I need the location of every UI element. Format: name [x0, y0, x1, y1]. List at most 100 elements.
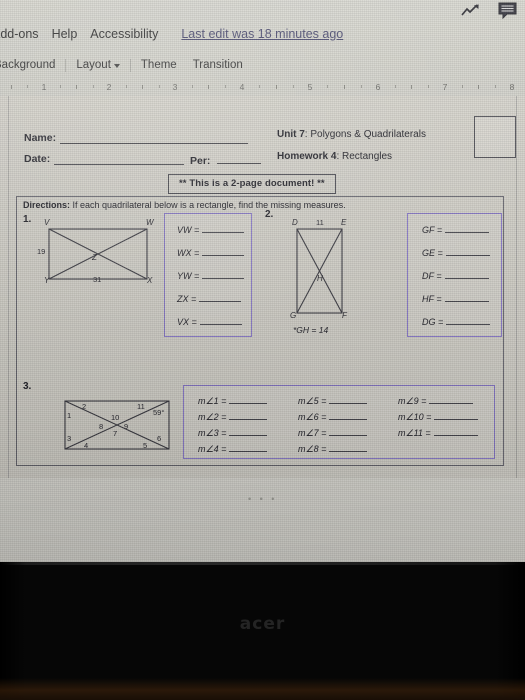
answer-1-VX: VX = — [177, 315, 242, 327]
page-right-edge — [516, 96, 517, 478]
problem-3-number: 3. — [23, 381, 32, 392]
unit-title: Unit 7: Polygons & Quadrilaterals — [277, 129, 426, 140]
ruler-tick-8: 8 — [509, 82, 515, 92]
answer-1-ZX: ZX = — [177, 292, 242, 304]
horizontal-ruler[interactable]: 1 2 3 4 5 6 7 8 — [0, 80, 525, 94]
date-label: Date: — [24, 153, 51, 165]
answer-3-angle-10: m∠10 = — [398, 410, 479, 423]
answer-1-WX: WX = — [177, 246, 245, 258]
date-blank[interactable] — [54, 154, 185, 165]
vertex-label-V: V — [44, 218, 50, 227]
angle-label-11: 11 — [137, 402, 145, 411]
vertex-label-X: X — [147, 276, 153, 285]
toolbar-transition-button[interactable]: Transition — [193, 59, 243, 71]
toolbar-divider — [65, 58, 67, 72]
directions-line: Directions: If each quadrilateral below … — [23, 200, 346, 210]
slide-canvas[interactable]: Name: Date: Per: Unit 7: Polygons & Quad… — [0, 96, 525, 478]
ruler-tick-4: 4 — [239, 82, 245, 92]
ruler-tick-6: 6 — [375, 82, 381, 92]
menu-item-add-ons[interactable]: Add-ons — [0, 27, 39, 41]
monitor-bezel: acer — [0, 562, 525, 700]
angle-label-7: 7 — [113, 429, 118, 438]
toolbar-theme-label: Theme — [140, 59, 177, 71]
answer-3-angle-1: m∠1 = — [198, 394, 268, 407]
toolbar-transition-label: Transition — [192, 59, 243, 71]
top-right-icon-group — [461, 2, 517, 19]
monitor-photo: Add-ons Help Accessibility Last edit was… — [0, 0, 525, 700]
answer-2-DF: DF = — [422, 269, 489, 281]
problem-2-figure: D E F G H 11 — [279, 218, 357, 323]
problem-1-number: 1. — [23, 214, 32, 225]
problem-2-note: *GH = 14 — [293, 325, 329, 335]
monitor-screen: Add-ons Help Accessibility Last edit was… — [0, 0, 525, 562]
ruler-tick-3: 3 — [172, 82, 178, 92]
angle-label-8: 8 — [99, 422, 104, 431]
toolbar-layout-label: Layout — [76, 59, 111, 71]
answer-3-angle-4: m∠4 = — [198, 442, 268, 455]
toolbar-theme-button[interactable]: Theme — [141, 59, 177, 71]
angle-label-1: 1 — [67, 411, 72, 420]
homework-title: Homework 4: Rectangles — [277, 151, 392, 162]
angle-label-9: 9 — [124, 422, 129, 431]
problem-2-number: 2. — [265, 209, 274, 220]
answer-1-VW: VW = — [177, 223, 245, 235]
answer-1-YW: YW = — [177, 269, 245, 281]
angle-label-3: 3 — [67, 434, 72, 443]
problem-2-answer-box[interactable]: GF = GE = DF = HF = DG = — [407, 213, 502, 337]
center-label-Z: Z — [92, 253, 97, 262]
answer-3-angle-8: m∠8 = — [298, 442, 368, 455]
bezel-bottom-glow — [0, 678, 525, 700]
problem-1-answer-box[interactable]: VW = WX = YW = ZX = VX = — [164, 213, 252, 337]
last-edit-link[interactable]: Last edit was 18 minutes ago — [181, 27, 343, 41]
answer-2-GF: GF = — [422, 223, 490, 235]
acer-logo: acer — [239, 614, 286, 634]
ruler-tick-7: 7 — [442, 82, 448, 92]
menu-item-help[interactable]: Help — [52, 27, 78, 41]
answer-3-angle-2: m∠2 = — [198, 410, 268, 423]
chevron-down-icon — [113, 64, 120, 68]
angle-label-5: 5 — [143, 441, 148, 450]
per-blank[interactable] — [217, 153, 262, 164]
ruler-tick-2: 2 — [106, 82, 112, 92]
two-page-notice: ** This is a 2-page document! ** — [168, 174, 336, 194]
vertex-label-W: W — [146, 218, 154, 227]
present-chart-icon[interactable] — [461, 3, 480, 18]
ruler-tick-5: 5 — [307, 82, 313, 92]
menu-bar: Add-ons Help Accessibility Last edit was… — [0, 22, 525, 46]
comment-icon[interactable] — [498, 2, 517, 19]
directions-body: If each quadrilateral below is a rectang… — [72, 200, 346, 210]
problem-3-figure: 1 2 3 4 5 6 7 8 9 10 11 59° — [61, 393, 173, 455]
ruler-tick-1: 1 — [41, 82, 47, 92]
answer-3-angle-5: m∠5 = — [298, 394, 368, 407]
angle-label-10: 10 — [111, 413, 120, 422]
slide-overflow-dots: • • • — [248, 494, 278, 504]
answer-2-DG: DG = — [422, 315, 491, 327]
page-left-edge — [8, 96, 9, 478]
name-blank[interactable] — [60, 133, 249, 144]
score-box[interactable] — [474, 116, 516, 158]
problem-3-answer-box[interactable]: m∠1 = m∠2 = m∠3 = m∠4 = m∠5 = m∠6 = m∠7 … — [183, 385, 495, 459]
answer-2-HF: HF = — [422, 292, 489, 304]
per-label: Per: — [190, 155, 211, 167]
angle-label-2: 2 — [82, 402, 87, 411]
answer-3-angle-9: m∠9 = — [398, 394, 474, 407]
toolbar-layout-button[interactable]: Layout — [76, 59, 120, 71]
menu-item-accessibility[interactable]: Accessibility — [90, 27, 158, 41]
unit-number: Unit 7 — [277, 129, 305, 140]
answer-3-angle-11: m∠11 = — [398, 426, 478, 439]
toolbar-background-label: Background — [0, 59, 56, 71]
name-field-row: Name: — [24, 132, 249, 144]
toolbar-background-button[interactable]: Background — [0, 59, 55, 71]
name-label: Name: — [24, 132, 57, 144]
vertex-label-E: E — [341, 218, 347, 227]
directions-label: Directions: — [23, 200, 71, 210]
homework-name: : Rectangles — [336, 151, 393, 162]
side-label-bottom-31: 31 — [93, 275, 102, 284]
date-field-row: Date: — [24, 153, 185, 165]
vertex-label-F: F — [342, 311, 347, 320]
unit-name: : Polygons & Quadrilaterals — [304, 129, 426, 140]
answer-3-angle-6: m∠6 = — [298, 410, 368, 423]
directions-container: Directions: If each quadrilateral below … — [16, 196, 504, 466]
center-label-H: H — [317, 274, 323, 283]
workspace-below-slide: • • • — [0, 478, 525, 562]
